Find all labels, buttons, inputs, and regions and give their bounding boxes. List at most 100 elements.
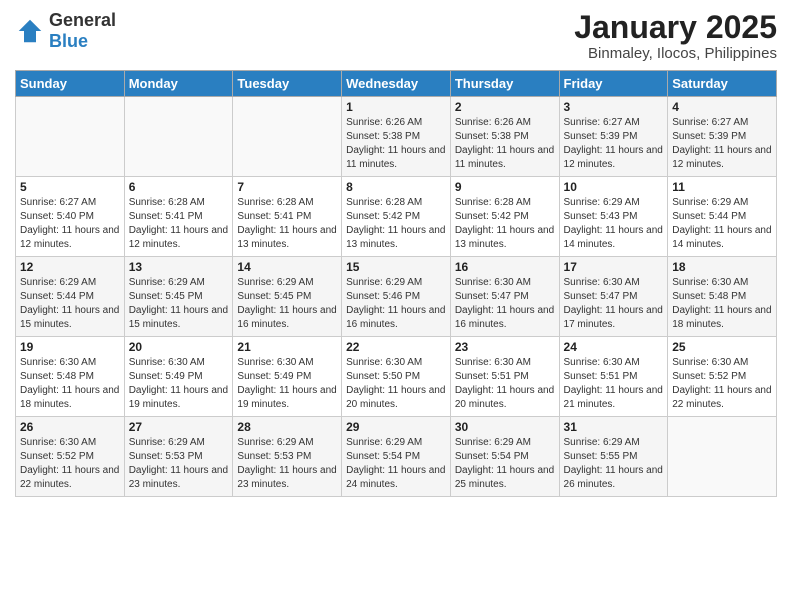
cell-content-2-4: Sunrise: 6:30 AMSunset: 5:47 PMDaylight:… bbox=[455, 276, 555, 332]
day-number-14: 14 bbox=[237, 260, 337, 274]
cell-content-1-1: Sunrise: 6:28 AMSunset: 5:41 PMDaylight:… bbox=[129, 196, 229, 252]
cell-1-0: 5Sunrise: 6:27 AMSunset: 5:40 PMDaylight… bbox=[16, 177, 125, 257]
cell-1-2: 7 Sunrise: 6:28 AMSunset: 5:41 PMDaylight… bbox=[233, 177, 342, 257]
logo-icon bbox=[15, 16, 45, 46]
cell-4-3: 29Sunrise: 6:29 AMSunset: 5:54 PMDayligh… bbox=[342, 417, 451, 497]
cell-content-0-4: Sunrise: 6:26 AMSunset: 5:38 PMDaylight:… bbox=[455, 116, 555, 172]
title-block: January 2025 Binmaley, Ilocos, Philippin… bbox=[574, 10, 777, 62]
cell-4-0: 26 Sunrise: 6:30 AMSunset: 5:52 PMDayligh… bbox=[16, 417, 125, 497]
week-row-1: 5Sunrise: 6:27 AMSunset: 5:40 PMDaylight… bbox=[16, 177, 777, 257]
cell-content-3-0: Sunrise: 6:30 AMSunset: 5:48 PMDaylight:… bbox=[20, 356, 120, 412]
cell-1-4: 9 Sunrise: 6:28 AMSunset: 5:42 PMDaylight… bbox=[450, 177, 559, 257]
day-number-2: 2 bbox=[455, 100, 555, 114]
cell-2-6: 18 Sunrise: 6:30 AMSunset: 5:48 PMDayligh… bbox=[668, 257, 777, 337]
day-number-19: 19 bbox=[20, 340, 120, 354]
header: General Blue January 2025 Binmaley, Iloc… bbox=[15, 10, 777, 62]
cell-content-3-6: Sunrise: 6:30 AMSunset: 5:52 PMDaylight:… bbox=[672, 356, 772, 412]
cell-content-3-2: Sunrise: 6:30 AMSunset: 5:49 PMDaylight:… bbox=[237, 356, 337, 412]
cell-0-2 bbox=[233, 97, 342, 177]
day-number-31: 31 bbox=[564, 420, 664, 434]
cell-0-0 bbox=[16, 97, 125, 177]
cell-content-3-3: Sunrise: 6:30 AMSunset: 5:50 PMDaylight:… bbox=[346, 356, 446, 412]
cell-2-0: 12Sunrise: 6:29 AMSunset: 5:44 PMDayligh… bbox=[16, 257, 125, 337]
cell-3-3: 22Sunrise: 6:30 AMSunset: 5:50 PMDayligh… bbox=[342, 337, 451, 417]
day-number-21: 21 bbox=[237, 340, 337, 354]
day-number-28: 28 bbox=[237, 420, 337, 434]
cell-4-2: 28 Sunrise: 6:29 AMSunset: 5:53 PMDayligh… bbox=[233, 417, 342, 497]
day-number-24: 24 bbox=[564, 340, 664, 354]
day-number-10: 10 bbox=[564, 180, 664, 194]
day-number-9: 9 bbox=[455, 180, 555, 194]
day-number-26: 26 bbox=[20, 420, 120, 434]
cell-content-4-1: Sunrise: 6:29 AMSunset: 5:53 PMDaylight:… bbox=[129, 436, 229, 492]
header-friday: Friday bbox=[559, 71, 668, 97]
cell-2-5: 17Sunrise: 6:30 AMSunset: 5:47 PMDayligh… bbox=[559, 257, 668, 337]
cell-4-5: 31Sunrise: 6:29 AMSunset: 5:55 PMDayligh… bbox=[559, 417, 668, 497]
cell-3-2: 21 Sunrise: 6:30 AMSunset: 5:49 PMDayligh… bbox=[233, 337, 342, 417]
cell-content-1-2: Sunrise: 6:28 AMSunset: 5:41 PMDaylight:… bbox=[237, 196, 337, 252]
day-number-4: 4 bbox=[672, 100, 772, 114]
week-row-2: 12Sunrise: 6:29 AMSunset: 5:44 PMDayligh… bbox=[16, 257, 777, 337]
day-number-23: 23 bbox=[455, 340, 555, 354]
day-number-7: 7 bbox=[237, 180, 337, 194]
day-number-20: 20 bbox=[129, 340, 229, 354]
cell-content-2-2: Sunrise: 6:29 AMSunset: 5:45 PMDaylight:… bbox=[237, 276, 337, 332]
cell-content-4-2: Sunrise: 6:29 AMSunset: 5:53 PMDaylight:… bbox=[237, 436, 337, 492]
cell-content-4-3: Sunrise: 6:29 AMSunset: 5:54 PMDaylight:… bbox=[346, 436, 446, 492]
day-number-13: 13 bbox=[129, 260, 229, 274]
day-number-30: 30 bbox=[455, 420, 555, 434]
cell-0-1 bbox=[124, 97, 233, 177]
header-saturday: Saturday bbox=[668, 71, 777, 97]
day-number-27: 27 bbox=[129, 420, 229, 434]
cell-3-4: 23 Sunrise: 6:30 AMSunset: 5:51 PMDayligh… bbox=[450, 337, 559, 417]
cell-2-2: 14 Sunrise: 6:29 AMSunset: 5:45 PMDayligh… bbox=[233, 257, 342, 337]
day-number-3: 3 bbox=[564, 100, 664, 114]
cell-4-4: 30Sunrise: 6:29 AMSunset: 5:54 PMDayligh… bbox=[450, 417, 559, 497]
cell-content-3-4: Sunrise: 6:30 AMSunset: 5:51 PMDaylight:… bbox=[455, 356, 555, 412]
cell-content-1-4: Sunrise: 6:28 AMSunset: 5:42 PMDaylight:… bbox=[455, 196, 555, 252]
cell-content-2-6: Sunrise: 6:30 AMSunset: 5:48 PMDaylight:… bbox=[672, 276, 772, 332]
day-number-25: 25 bbox=[672, 340, 772, 354]
day-number-11: 11 bbox=[672, 180, 772, 194]
cell-content-3-1: Sunrise: 6:30 AMSunset: 5:49 PMDaylight:… bbox=[129, 356, 229, 412]
cell-content-3-5: Sunrise: 6:30 AMSunset: 5:51 PMDaylight:… bbox=[564, 356, 664, 412]
cell-0-3: 1Sunrise: 6:26 AMSunset: 5:38 PMDaylight… bbox=[342, 97, 451, 177]
cell-4-1: 27 Sunrise: 6:29 AMSunset: 5:53 PMDayligh… bbox=[124, 417, 233, 497]
calendar: Sunday Monday Tuesday Wednesday Thursday… bbox=[15, 70, 777, 497]
subtitle: Binmaley, Ilocos, Philippines bbox=[574, 45, 777, 62]
header-monday: Monday bbox=[124, 71, 233, 97]
cell-content-1-3: Sunrise: 6:28 AMSunset: 5:42 PMDaylight:… bbox=[346, 196, 446, 252]
main-title: January 2025 bbox=[574, 10, 777, 45]
header-tuesday: Tuesday bbox=[233, 71, 342, 97]
week-row-4: 26 Sunrise: 6:30 AMSunset: 5:52 PMDayligh… bbox=[16, 417, 777, 497]
cell-3-5: 24 Sunrise: 6:30 AMSunset: 5:51 PMDayligh… bbox=[559, 337, 668, 417]
cell-0-6: 4Sunrise: 6:27 AMSunset: 5:39 PMDaylight… bbox=[668, 97, 777, 177]
cell-content-0-3: Sunrise: 6:26 AMSunset: 5:38 PMDaylight:… bbox=[346, 116, 446, 172]
cell-content-2-1: Sunrise: 6:29 AMSunset: 5:45 PMDaylight:… bbox=[129, 276, 229, 332]
day-number-6: 6 bbox=[129, 180, 229, 194]
cell-content-4-0: Sunrise: 6:30 AMSunset: 5:52 PMDaylight:… bbox=[20, 436, 120, 492]
header-thursday: Thursday bbox=[450, 71, 559, 97]
day-number-15: 15 bbox=[346, 260, 446, 274]
cell-2-3: 15Sunrise: 6:29 AMSunset: 5:46 PMDayligh… bbox=[342, 257, 451, 337]
cell-1-5: 10Sunrise: 6:29 AMSunset: 5:43 PMDayligh… bbox=[559, 177, 668, 257]
logo: General Blue bbox=[15, 10, 116, 52]
cell-3-1: 20 Sunrise: 6:30 AMSunset: 5:49 PMDayligh… bbox=[124, 337, 233, 417]
cell-content-2-5: Sunrise: 6:30 AMSunset: 5:47 PMDaylight:… bbox=[564, 276, 664, 332]
cell-content-1-6: Sunrise: 6:29 AMSunset: 5:44 PMDaylight:… bbox=[672, 196, 772, 252]
cell-3-6: 25 Sunrise: 6:30 AMSunset: 5:52 PMDayligh… bbox=[668, 337, 777, 417]
day-number-8: 8 bbox=[346, 180, 446, 194]
cell-1-6: 11 Sunrise: 6:29 AMSunset: 5:44 PMDayligh… bbox=[668, 177, 777, 257]
header-wednesday: Wednesday bbox=[342, 71, 451, 97]
cell-0-4: 2 Sunrise: 6:26 AMSunset: 5:38 PMDaylight… bbox=[450, 97, 559, 177]
cell-content-2-0: Sunrise: 6:29 AMSunset: 5:44 PMDaylight:… bbox=[20, 276, 120, 332]
day-number-18: 18 bbox=[672, 260, 772, 274]
cell-4-6 bbox=[668, 417, 777, 497]
logo-blue: Blue bbox=[49, 31, 88, 51]
cell-2-1: 13 Sunrise: 6:29 AMSunset: 5:45 PMDayligh… bbox=[124, 257, 233, 337]
header-sunday: Sunday bbox=[16, 71, 125, 97]
cell-1-1: 6 Sunrise: 6:28 AMSunset: 5:41 PMDaylight… bbox=[124, 177, 233, 257]
cell-0-5: 3 Sunrise: 6:27 AMSunset: 5:39 PMDaylight… bbox=[559, 97, 668, 177]
cell-content-0-5: Sunrise: 6:27 AMSunset: 5:39 PMDaylight:… bbox=[564, 116, 664, 172]
cell-content-1-0: Sunrise: 6:27 AMSunset: 5:40 PMDaylight:… bbox=[20, 196, 120, 252]
